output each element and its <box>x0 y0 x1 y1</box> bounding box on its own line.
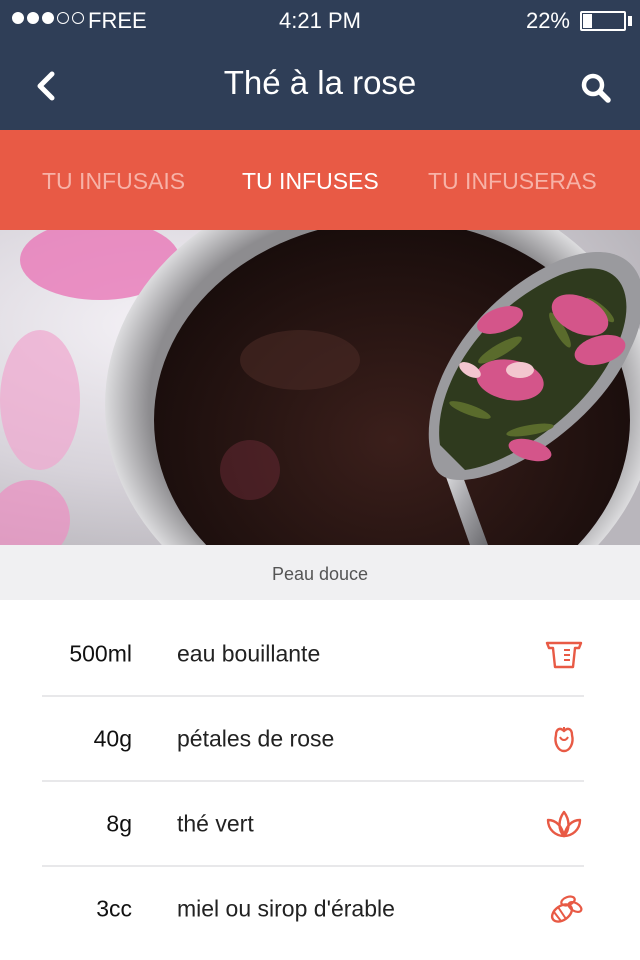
status-bar: FREE 4:21 PM 22% <box>0 0 640 40</box>
search-icon <box>581 73 611 103</box>
tab-current[interactable]: TU INFUSES <box>242 168 379 195</box>
measuring-cup-icon <box>545 641 583 669</box>
tab-bar: TU INFUSAIS TU INFUSES TU INFUSERAS <box>0 130 640 230</box>
search-button[interactable] <box>574 66 618 110</box>
ingredient-name: thé vert <box>177 810 254 837</box>
battery-tip <box>628 16 632 26</box>
ingredient-name: eau bouillante <box>177 640 321 667</box>
tab-past[interactable]: TU INFUSAIS <box>42 168 185 195</box>
ingredient-name: pétales de rose <box>177 725 335 752</box>
leaves-icon <box>546 810 582 838</box>
ingredient-row: 8g thé vert <box>42 782 584 867</box>
top-bar: FREE 4:21 PM 22% Thé à la rose <box>0 0 640 130</box>
hero-caption: Peau douce <box>271 564 369 584</box>
navigation-bar: Thé à la rose <box>0 40 640 130</box>
ingredient-row: 500ml eau bouillante <box>42 612 584 697</box>
hero-caption-band: Peau douce <box>0 545 640 600</box>
tab-future[interactable]: TU INFUSERAS <box>428 168 597 195</box>
chevron-left-icon <box>37 71 55 101</box>
battery-level <box>583 14 592 28</box>
hero-image <box>0 230 640 545</box>
ingredient-quantity: 500ml <box>69 640 132 667</box>
ingredient-name: miel ou sirop d'érable <box>177 895 395 922</box>
battery-icon <box>580 11 626 31</box>
bee-icon <box>550 895 583 923</box>
ingredient-quantity: 8g <box>106 810 132 837</box>
ingredient-row: 40g pétales de rose <box>42 697 584 782</box>
ingredient-row: 3cc miel ou sirop d'érable <box>42 867 584 952</box>
battery-percent: 22% <box>525 8 570 33</box>
page-title: Thé à la rose <box>223 64 417 101</box>
ingredient-quantity: 40g <box>93 725 132 752</box>
rose-icon <box>554 727 574 753</box>
back-button[interactable] <box>24 64 68 108</box>
ingredient-quantity: 3cc <box>96 895 132 922</box>
tea-photo <box>0 230 640 545</box>
